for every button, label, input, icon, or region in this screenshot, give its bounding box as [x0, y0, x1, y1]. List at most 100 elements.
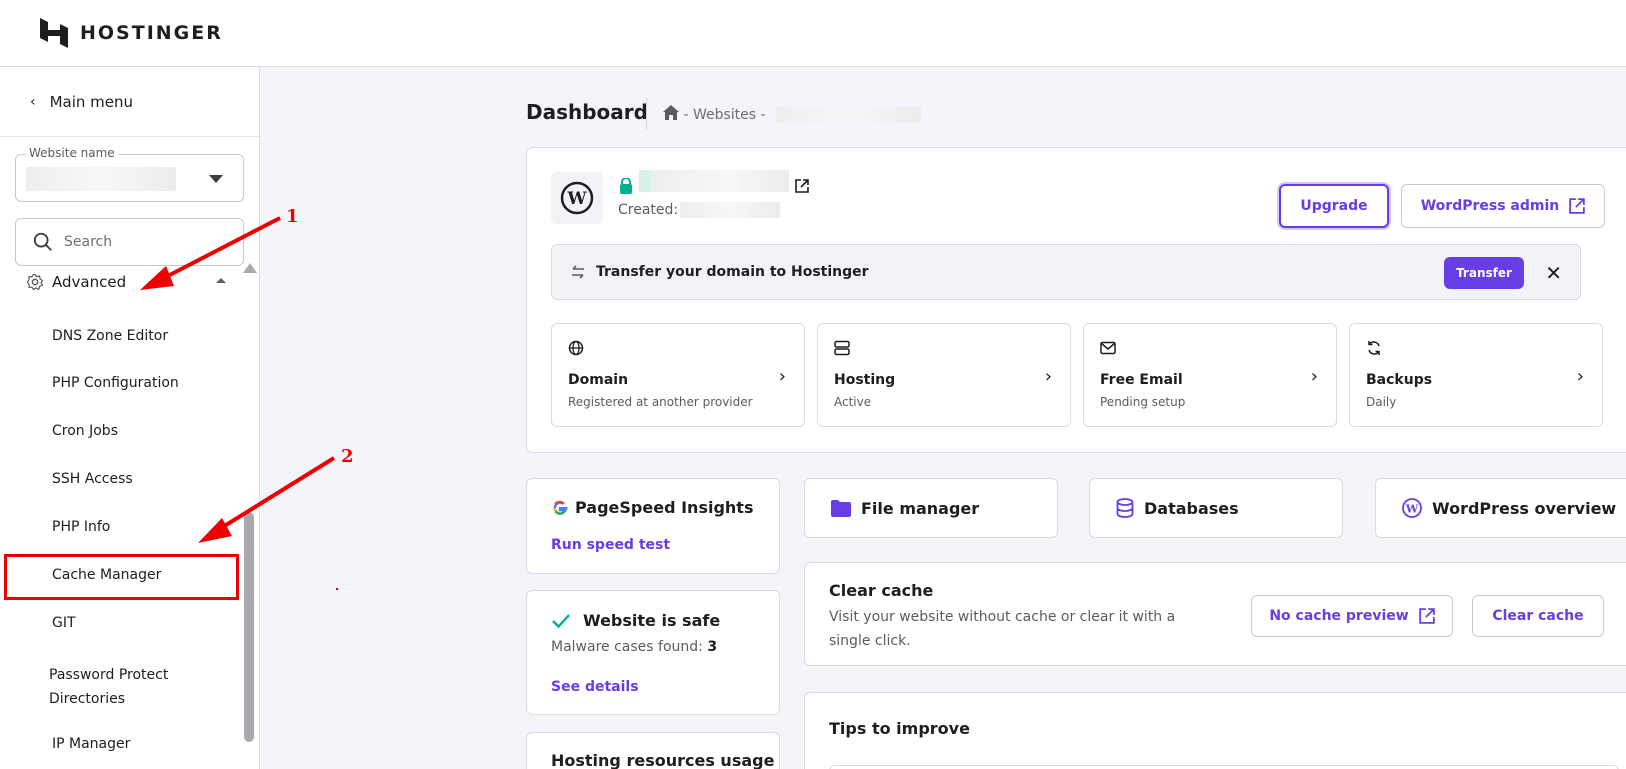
- hosting-resources-title: Hosting resources usage: [551, 751, 775, 769]
- wordpress-admin-label: WordPress admin: [1420, 198, 1560, 214]
- clear-cache-title: Clear cache: [829, 581, 934, 600]
- transfer-domain-text: Transfer your domain to Hostinger: [596, 264, 869, 280]
- see-details-link[interactable]: See details: [551, 679, 639, 695]
- sidebar-item-git[interactable]: GIT: [52, 615, 76, 631]
- external-link-icon[interactable]: [795, 178, 809, 197]
- databases-card[interactable]: Databases: [1089, 478, 1343, 538]
- wordpress-overview-card[interactable]: W WordPress overview: [1375, 478, 1626, 538]
- ssl-lock-icon: [619, 177, 633, 198]
- sidebar-item-cron-jobs[interactable]: Cron Jobs: [52, 423, 118, 439]
- tile-domain[interactable]: Domain Registered at another provider ›: [551, 323, 805, 427]
- transfer-arrows-icon: [570, 265, 586, 279]
- annotation-label-1: 1: [286, 206, 299, 227]
- sidebar-item-ssh-access[interactable]: SSH Access: [52, 471, 133, 487]
- sidebar-item-php-configuration[interactable]: PHP Configuration: [52, 375, 179, 391]
- run-speed-test-link[interactable]: Run speed test: [551, 537, 670, 553]
- clear-cache-card: Clear cache Visit your website without c…: [804, 562, 1626, 666]
- chevron-up-icon: [216, 278, 226, 283]
- chevron-down-icon: [209, 175, 223, 183]
- search-icon: [33, 232, 52, 251]
- annotation-highlight-box: [4, 554, 239, 600]
- annotation-label-2: 2: [341, 446, 354, 467]
- wordpress-overview-title: WordPress overview: [1432, 498, 1617, 518]
- hostinger-logo-icon[interactable]: [40, 18, 68, 48]
- tile-hosting-title: Hosting: [834, 372, 896, 388]
- chevron-right-icon: ›: [1044, 366, 1052, 387]
- tips-card: Tips to improve: [804, 692, 1626, 769]
- sidebar: ‹ Main menu Website name Advanced DNS Zo…: [0, 67, 260, 769]
- svg-text:W: W: [1405, 503, 1419, 516]
- tile-backups-subtitle: Daily: [1366, 395, 1397, 409]
- breadcrumb: - Websites -: [663, 105, 922, 124]
- created-date: Created:: [618, 202, 781, 218]
- stray-dot: [336, 588, 338, 590]
- clear-cache-description: Visit your website without cache or clea…: [829, 609, 1176, 649]
- hosting-resources-card: Hosting resources usage: [526, 732, 780, 769]
- upgrade-button[interactable]: Upgrade: [1279, 184, 1389, 228]
- sync-icon: [1366, 340, 1382, 360]
- tile-free-email[interactable]: Free Email Pending setup ›: [1083, 323, 1337, 427]
- folder-icon: [831, 499, 851, 517]
- chevron-right-icon: ›: [778, 366, 786, 387]
- home-icon[interactable]: [663, 105, 679, 124]
- no-cache-preview-label: No cache preview: [1269, 608, 1409, 624]
- external-link-icon: [1418, 608, 1435, 624]
- site-card: W Created: Upgrade WordPress admin Trans…: [526, 147, 1626, 453]
- tile-free-email-title: Free Email: [1100, 372, 1183, 388]
- site-url-redacted[interactable]: [639, 170, 789, 192]
- tile-hosting-subtitle: Active: [834, 395, 872, 409]
- wordpress-icon: W: [1402, 498, 1422, 518]
- tile-free-email-subtitle: Pending setup: [1100, 395, 1186, 409]
- globe-icon: [568, 340, 584, 360]
- transfer-domain-banner: Transfer your domain to Hostinger Transf…: [551, 244, 1581, 300]
- breadcrumb-websites[interactable]: - Websites -: [679, 107, 770, 123]
- clear-cache-button[interactable]: Clear cache: [1472, 595, 1604, 637]
- chevron-right-icon: ›: [1576, 366, 1584, 387]
- databases-title: Databases: [1144, 498, 1239, 518]
- sidebar-item-php-info[interactable]: PHP Info: [52, 519, 110, 535]
- scrollbar-up-arrow[interactable]: [243, 263, 257, 273]
- close-icon[interactable]: ✕: [1545, 261, 1562, 285]
- tile-hosting[interactable]: Hosting Active ›: [817, 323, 1071, 427]
- malware-count: 3: [707, 639, 718, 655]
- checkmark-icon: [551, 613, 571, 633]
- tile-domain-title: Domain: [568, 372, 629, 388]
- chevron-right-icon: ›: [1310, 366, 1318, 387]
- pagespeed-card: PageSpeed Insights Run speed test: [526, 478, 780, 574]
- sidebar-section-advanced[interactable]: Advanced: [26, 269, 226, 295]
- transfer-button[interactable]: Transfer: [1444, 257, 1524, 289]
- top-bar: HOSTINGER: [0, 0, 1626, 67]
- breadcrumb-site-redacted: [776, 106, 922, 123]
- wordpress-logo-icon: W: [551, 172, 603, 224]
- created-label: Created:: [618, 202, 679, 218]
- sidebar-scrollbar-thumb[interactable]: [244, 512, 254, 742]
- sidebar-item-password-protect-directories[interactable]: Password Protect Directories: [49, 663, 199, 711]
- tile-backups[interactable]: Backups Daily ›: [1349, 323, 1603, 427]
- malware-cases: Malware cases found: 3: [551, 639, 717, 655]
- sidebar-item-dns-zone-editor[interactable]: DNS Zone Editor: [52, 328, 168, 344]
- website-name-value-redacted: [26, 167, 176, 191]
- website-name-select[interactable]: Website name: [15, 146, 244, 202]
- advanced-label: Advanced: [52, 273, 127, 291]
- tile-backups-title: Backups: [1366, 372, 1433, 388]
- page-title: Dashboard: [526, 100, 648, 124]
- external-link-icon: [1569, 198, 1586, 214]
- wordpress-admin-button[interactable]: WordPress admin: [1401, 184, 1605, 228]
- search-input[interactable]: [64, 234, 224, 250]
- sidebar-search[interactable]: [15, 218, 244, 266]
- tips-title: Tips to improve: [829, 719, 970, 738]
- svg-text:W: W: [566, 189, 587, 209]
- malware-label: Malware cases found:: [551, 639, 703, 655]
- file-manager-card[interactable]: File manager: [804, 478, 1058, 538]
- server-icon: [834, 340, 850, 360]
- database-icon: [1116, 498, 1134, 518]
- website-name-label: Website name: [26, 146, 118, 160]
- logo-text[interactable]: HOSTINGER: [80, 22, 223, 44]
- sidebar-item-ip-manager[interactable]: IP Manager: [52, 736, 130, 752]
- tile-domain-subtitle: Registered at another provider: [568, 395, 753, 409]
- pagespeed-title: PageSpeed Insights: [575, 498, 754, 517]
- mail-icon: [1100, 340, 1116, 359]
- no-cache-preview-button[interactable]: No cache preview: [1251, 595, 1453, 637]
- main-menu-link[interactable]: ‹ Main menu: [0, 67, 259, 137]
- google-icon: [551, 499, 569, 521]
